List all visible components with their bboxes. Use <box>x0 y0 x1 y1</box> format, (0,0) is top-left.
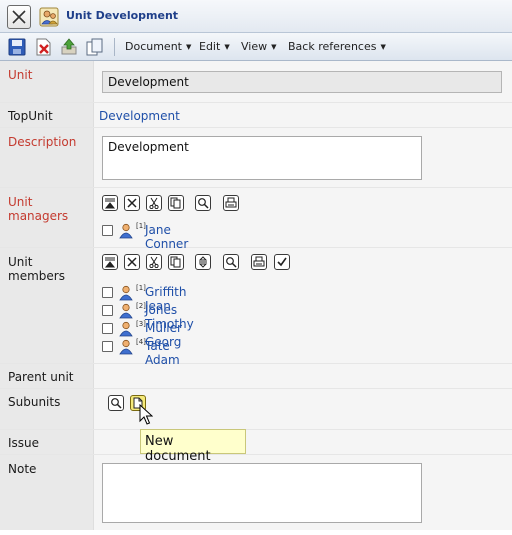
save-icon[interactable] <box>8 38 26 56</box>
description-label: Description <box>8 135 77 149</box>
remove-icon <box>127 198 137 208</box>
print-icon <box>225 197 237 208</box>
members-remove-button[interactable] <box>124 254 140 270</box>
print-icon <box>253 256 265 267</box>
export-icon[interactable] <box>60 38 78 56</box>
close-icon <box>12 10 26 24</box>
row-description: Description Development <box>0 128 512 188</box>
note-label: Note <box>8 462 37 476</box>
topunit-link[interactable]: Development <box>99 109 180 123</box>
members-search-button[interactable] <box>223 254 239 270</box>
person-icon <box>119 285 133 301</box>
search-icon <box>111 398 122 409</box>
unit-icon <box>39 7 59 27</box>
members-cut-button[interactable] <box>146 254 162 270</box>
topunit-label: TopUnit <box>8 109 53 123</box>
issue-label: Issue <box>8 436 40 450</box>
menu-document[interactable]: Document ▼ <box>125 40 191 53</box>
members-print-button[interactable] <box>251 254 267 270</box>
first-icon <box>104 257 116 268</box>
first-icon <box>104 198 116 209</box>
subunits-search-button[interactable] <box>108 395 124 411</box>
note-field[interactable] <box>102 463 422 523</box>
member-checkbox[interactable] <box>102 341 113 352</box>
row-unit-managers: Unit managers [1] Jane Conner <box>0 188 512 251</box>
duplicate-icon <box>170 197 181 209</box>
row-unit-members: Unit members [1] Griffith Jean [2] Jones… <box>0 248 512 367</box>
title-bar: Unit Development <box>0 0 512 33</box>
manager-checkbox[interactable] <box>102 225 113 236</box>
row-topunit: TopUnit Development <box>0 103 512 128</box>
members-check-button[interactable] <box>274 254 290 270</box>
window-title: Unit Development <box>66 9 179 22</box>
row-note: Note <box>0 455 512 530</box>
unit-field[interactable]: Development <box>102 71 502 93</box>
mouse-cursor-icon <box>139 404 153 425</box>
managers-search-button[interactable] <box>195 195 211 211</box>
member-link[interactable]: Tate Adam <box>145 339 180 367</box>
unit-label: Unit <box>8 68 33 82</box>
subunits-label: Subunits <box>8 395 61 409</box>
row-subunits: Subunits <box>0 389 512 430</box>
managers-duplicate-button[interactable] <box>168 195 184 211</box>
description-field[interactable]: Development <box>102 136 422 180</box>
member-checkbox[interactable] <box>102 305 113 316</box>
toolbar-separator <box>114 38 115 56</box>
menu-back-references[interactable]: Back references ▼ <box>288 40 386 53</box>
check-icon <box>277 257 287 267</box>
row-parent-unit: Parent unit <box>0 364 512 389</box>
row-unit: Unit Development <box>0 61 512 103</box>
search-icon <box>226 257 237 268</box>
sort-icon <box>198 256 208 268</box>
person-icon <box>119 303 133 319</box>
menu-view[interactable]: View ▼ <box>241 40 277 53</box>
members-duplicate-button[interactable] <box>168 254 184 270</box>
parent-unit-label: Parent unit <box>8 370 74 384</box>
unit-form: Unit Development TopUnit Development Des… <box>0 61 512 530</box>
close-button[interactable] <box>7 5 31 29</box>
cut-icon <box>149 197 159 209</box>
person-icon <box>119 321 133 337</box>
search-icon <box>198 198 209 209</box>
unit-members-label: Unit members <box>8 255 65 283</box>
delete-icon[interactable] <box>34 38 52 56</box>
person-icon <box>119 223 133 239</box>
row-issue: Issue <box>0 430 512 455</box>
tooltip: New document <box>140 429 246 464</box>
unit-managers-label: Unit managers <box>8 195 69 223</box>
menu-edit[interactable]: Edit ▼ <box>199 40 230 53</box>
manager-link[interactable]: Jane Conner <box>145 223 188 251</box>
toolbar: Document ▼ Edit ▼ View ▼ Back references ▼ <box>0 33 512 61</box>
duplicate-icon <box>170 256 181 268</box>
managers-first-button[interactable] <box>102 195 118 211</box>
person-icon <box>119 339 133 355</box>
managers-print-button[interactable] <box>223 195 239 211</box>
members-sort-button[interactable] <box>195 254 211 270</box>
managers-cut-button[interactable] <box>146 195 162 211</box>
copy-icon[interactable] <box>86 38 104 56</box>
cut-icon <box>149 256 159 268</box>
remove-icon <box>127 257 137 267</box>
members-first-button[interactable] <box>102 254 118 270</box>
member-checkbox[interactable] <box>102 323 113 334</box>
member-checkbox[interactable] <box>102 287 113 298</box>
managers-remove-button[interactable] <box>124 195 140 211</box>
